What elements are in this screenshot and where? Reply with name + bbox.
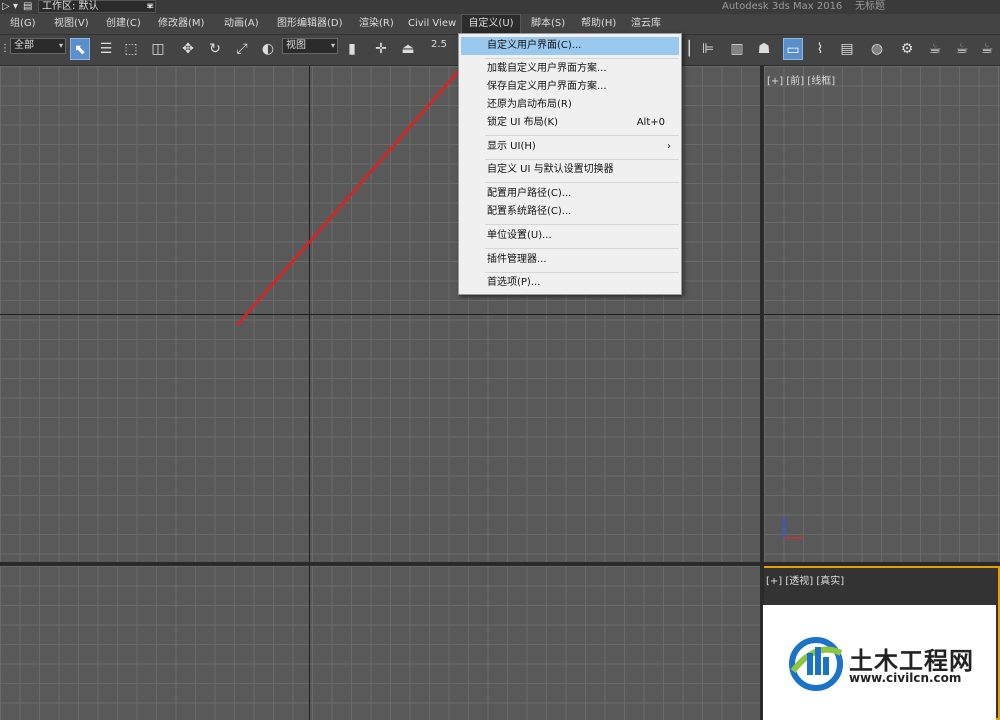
customize-menu: 自定义用户界面(C)... 加载自定义用户界面方案... 保存自定义用户界面方案… [458, 33, 682, 295]
menu-item-label: 还原为启动布局(R) [487, 99, 572, 110]
menu-separator [485, 224, 679, 225]
menu-item-label: 单位设置(U)... [487, 230, 552, 241]
menu-item-revert-startup-layout[interactable]: 还原为启动布局(R) [461, 96, 679, 114]
menu-item-label: 配置用户路径(C)... [487, 188, 572, 199]
menu-separator [485, 248, 679, 249]
menu-item-show-ui[interactable]: 显示 UI(H) › [461, 138, 679, 156]
menu-item-configure-user-paths[interactable]: 配置用户路径(C)... [461, 185, 679, 203]
menu-item-ui-defaults-switcher[interactable]: 自定义 UI 与默认设置切换器 [461, 161, 679, 179]
menu-item-label: 自定义用户界面(C)... [487, 40, 582, 51]
menu-separator [485, 272, 679, 273]
menu-item-preferences[interactable]: 首选项(P)... [461, 274, 679, 292]
menu-item-save-ui-scheme[interactable]: 保存自定义用户界面方案... [461, 78, 679, 96]
menu-item-label: 配置系统路径(C)... [487, 206, 572, 217]
menu-separator [485, 135, 679, 136]
menu-item-load-ui-scheme[interactable]: 加载自定义用户界面方案... [461, 60, 679, 78]
chevron-right-icon: › [667, 141, 671, 152]
menu-separator [485, 58, 679, 59]
menu-item-plugin-manager[interactable]: 插件管理器... [461, 251, 679, 269]
menu-item-label: 显示 UI(H) [487, 141, 536, 152]
menu-item-configure-system-paths[interactable]: 配置系统路径(C)... [461, 203, 679, 221]
menu-item-label: 锁定 UI 布局(K) [487, 117, 558, 128]
menu-item-units-setup[interactable]: 单位设置(U)... [461, 227, 679, 245]
menu-item-shortcut: Alt+0 [636, 117, 665, 128]
menu-separator [485, 182, 679, 183]
menu-item-label: 首选项(P)... [487, 277, 541, 288]
menu-item-label: 插件管理器... [487, 254, 547, 265]
menu-item-label: 保存自定义用户界面方案... [487, 81, 607, 92]
menu-item-label: 加载自定义用户界面方案... [487, 63, 607, 74]
menu-item-lock-ui-layout[interactable]: 锁定 UI 布局(K) Alt+0 [461, 114, 679, 132]
menu-item-customize-ui[interactable]: 自定义用户界面(C)... [461, 37, 679, 55]
menu-separator [485, 159, 679, 160]
menu-item-label: 自定义 UI 与默认设置切换器 [487, 164, 614, 175]
